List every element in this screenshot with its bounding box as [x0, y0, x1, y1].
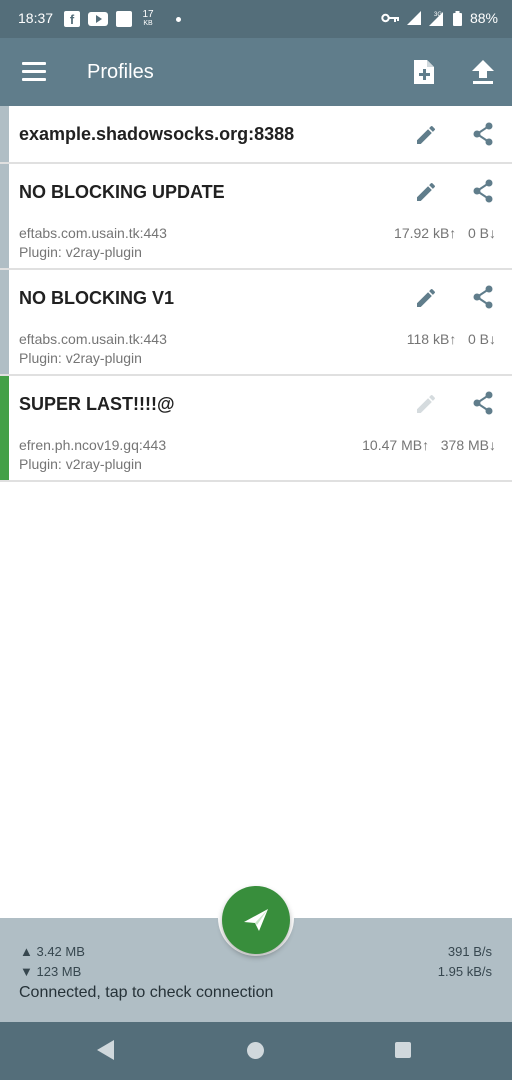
connect-button[interactable]: [222, 886, 290, 954]
profile-plugin: Plugin: v2ray-plugin: [19, 244, 142, 260]
profile-card[interactable]: NO BLOCKING V1 eftabs.com.usain.tk:443 P…: [0, 270, 512, 376]
traffic-tx: 10.47 MB↑: [362, 437, 430, 453]
signal-3g-icon: 3G: [428, 12, 443, 26]
upload-rate: 391 B/s: [447, 944, 492, 959]
youtube-icon: [88, 12, 108, 26]
profile-server: eftabs.com.usain.tk:443: [19, 331, 167, 347]
profile-indicator: [0, 106, 9, 162]
profiles-list: example.shadowsocks.org:8388 NO BLOCKING…: [0, 106, 512, 482]
traffic-rx: 0 B↓: [467, 225, 496, 241]
share-icon[interactable]: [471, 121, 495, 147]
battery-percent: 88%: [469, 10, 498, 26]
traffic-rx: 0 B↓: [467, 331, 496, 347]
edit-icon[interactable]: [414, 392, 438, 416]
total-upload: ▲ 3.42 MB: [20, 944, 85, 959]
profile-name: NO BLOCKING UPDATE: [19, 182, 225, 202]
share-icon[interactable]: [471, 178, 495, 204]
download-rate: 1.95 kB/s: [437, 964, 492, 979]
upload-icon[interactable]: [470, 58, 496, 86]
profile-indicator-active: [0, 376, 9, 480]
net-speed-unit: KB: [143, 20, 153, 27]
edit-icon[interactable]: [414, 123, 438, 147]
profile-name: SUPER LAST!!!!@: [19, 394, 175, 414]
share-icon[interactable]: [471, 390, 495, 416]
profile-card-active[interactable]: SUPER LAST!!!!@ efren.ph.ncov19.gq:443 P…: [0, 376, 512, 482]
edit-icon[interactable]: [414, 286, 438, 310]
profile-traffic: 10.47 MB↑ 378 MB↓: [362, 437, 496, 453]
more-notifications-icon: [176, 16, 181, 22]
app-bar: Profiles: [0, 38, 512, 106]
profile-card[interactable]: NO BLOCKING UPDATE eftabs.com.usain.tk:4…: [0, 164, 512, 270]
net-speed-indicator: 17 KB: [140, 10, 156, 28]
menu-icon[interactable]: [22, 62, 46, 82]
profile-name: NO BLOCKING V1: [19, 288, 175, 308]
share-icon[interactable]: [471, 284, 495, 310]
system-icons: 3G 88%: [381, 10, 498, 26]
profile-indicator: [0, 164, 9, 268]
signal-icon: [406, 11, 421, 25]
traffic-tx: 17.92 kB↑: [394, 225, 457, 241]
page-title: Profiles: [87, 61, 154, 83]
edit-icon[interactable]: [414, 180, 438, 204]
battery-icon: [452, 10, 462, 26]
notification-icons: f 17 KB: [64, 10, 181, 28]
app-icon: [116, 11, 132, 27]
net-speed-value: 17: [142, 9, 154, 20]
add-profile-icon[interactable]: [412, 58, 436, 86]
home-icon[interactable]: [247, 1042, 264, 1059]
send-icon: [244, 909, 268, 931]
total-download: ▼ 123 MB: [20, 964, 82, 979]
profile-indicator: [0, 270, 9, 374]
system-nav-bar: [0, 1022, 512, 1080]
profile-server: eftabs.com.usain.tk:443: [19, 225, 167, 241]
profile-traffic: 17.92 kB↑ 0 B↓: [394, 225, 496, 241]
profile-traffic: 118 kB↑ 0 B↓: [407, 331, 496, 347]
profile-name: example.shadowsocks.org:8388: [19, 124, 295, 144]
connection-status-text[interactable]: Connected, tap to check connection: [19, 984, 273, 1002]
svg-text:3G: 3G: [434, 12, 442, 18]
recents-icon[interactable]: [395, 1042, 411, 1058]
status-bar: 18:37 f 17 KB 3G 88%: [0, 0, 512, 38]
vpn-key-icon: [381, 13, 399, 23]
facebook-icon: f: [64, 11, 80, 27]
traffic-rx: 378 MB↓: [440, 437, 496, 453]
profile-plugin: Plugin: v2ray-plugin: [19, 350, 142, 366]
traffic-tx: 118 kB↑: [406, 331, 457, 347]
back-icon[interactable]: [97, 1040, 115, 1060]
profile-server: efren.ph.ncov19.gq:443: [19, 437, 167, 453]
profile-card[interactable]: example.shadowsocks.org:8388: [0, 106, 512, 164]
status-time: 18:37: [18, 10, 54, 26]
profile-plugin: Plugin: v2ray-plugin: [19, 456, 142, 472]
